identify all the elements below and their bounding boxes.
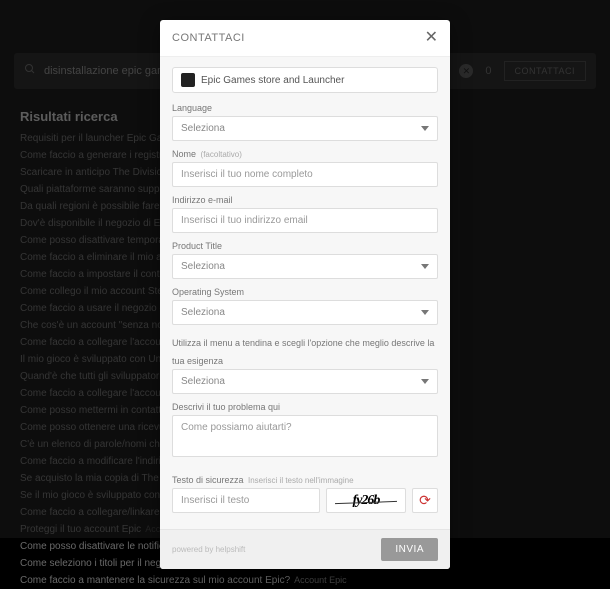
result-link[interactable]: Come faccio a mantenere la sicurezza sul… xyxy=(20,572,590,589)
language-select-value: Seleziona xyxy=(181,123,225,134)
captcha-input[interactable] xyxy=(172,488,320,513)
description-textarea[interactable] xyxy=(172,415,438,457)
chevron-down-icon xyxy=(421,264,429,269)
name-label: Nome (facoltativo) xyxy=(172,149,438,159)
os-select[interactable]: Seleziona xyxy=(172,300,438,325)
security-label: Testo di sicurezza xyxy=(172,475,244,485)
email-label: Indirizzo e-mail xyxy=(172,195,438,205)
language-select[interactable]: Seleziona xyxy=(172,116,438,141)
topic-help-text: Utilizza il menu a tendina e scegli l'op… xyxy=(172,338,434,366)
name-input[interactable] xyxy=(172,162,438,187)
modal-title: CONTATTACI xyxy=(172,32,245,44)
submit-button[interactable]: INVIA xyxy=(381,538,438,561)
topic-select-value: Seleziona xyxy=(181,376,225,387)
product-select-value: Seleziona xyxy=(181,261,225,272)
email-input[interactable] xyxy=(172,208,438,233)
contact-modal: CONTATTACI ✕ Epic Games store and Launch… xyxy=(160,20,450,569)
chevron-down-icon xyxy=(421,126,429,131)
describe-label: Descrivi il tuo problema qui xyxy=(172,402,438,412)
os-select-value: Seleziona xyxy=(181,307,225,318)
os-label: Operating System xyxy=(172,287,438,297)
category-pill[interactable]: Epic Games store and Launcher xyxy=(172,67,438,93)
captcha-image: fy26b xyxy=(326,488,406,513)
close-icon[interactable]: ✕ xyxy=(425,30,438,46)
language-label: Language xyxy=(172,103,438,113)
refresh-icon[interactable]: ⟳ xyxy=(412,488,438,513)
chevron-down-icon xyxy=(421,379,429,384)
topic-select[interactable]: Seleziona xyxy=(172,369,438,394)
product-label: Product Title xyxy=(172,241,438,251)
name-label-text: Nome xyxy=(172,149,196,159)
result-extra-label: Account Epic xyxy=(294,575,347,585)
product-select[interactable]: Seleziona xyxy=(172,254,438,279)
powered-by-text: powered by helpshift xyxy=(172,545,245,554)
epic-logo-icon xyxy=(181,73,195,87)
name-optional-text: (facoltativo) xyxy=(201,150,242,159)
chevron-down-icon xyxy=(421,310,429,315)
category-label: Epic Games store and Launcher xyxy=(201,75,344,86)
security-sub-label: Inserisci il testo nell'immagine xyxy=(248,476,354,485)
